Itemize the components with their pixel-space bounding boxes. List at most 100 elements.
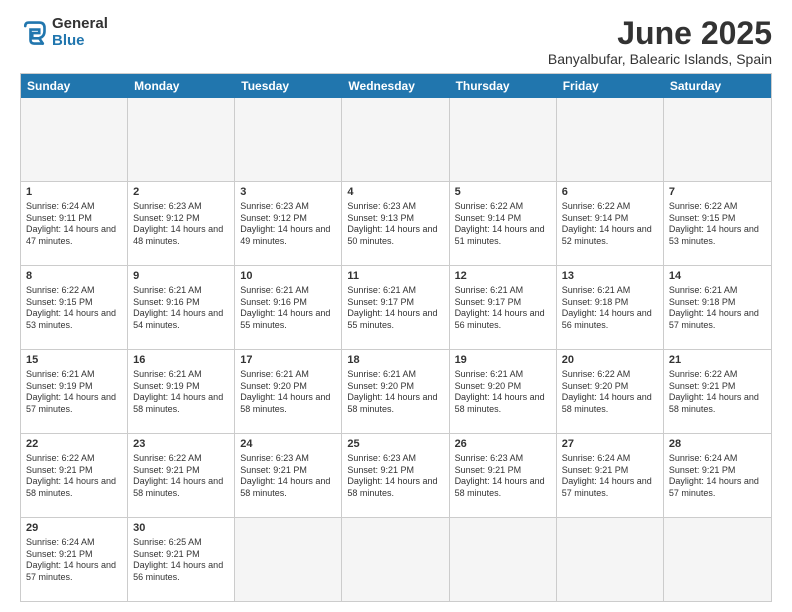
cell-content: Sunrise: 6:23 AM Sunset: 9:21 PM Dayligh… [240,453,336,500]
subtitle: Banyalbufar, Balearic Islands, Spain [548,51,772,67]
calendar-cell-1-1: 2Sunrise: 6:23 AM Sunset: 9:12 PM Daylig… [128,182,235,265]
day-number: 20 [562,353,658,368]
calendar-cell-0-4 [450,98,557,181]
logo-icon [20,19,48,47]
calendar-cell-1-2: 3Sunrise: 6:23 AM Sunset: 9:12 PM Daylig… [235,182,342,265]
cell-content: Sunrise: 6:21 AM Sunset: 9:18 PM Dayligh… [669,285,766,332]
calendar-cell-4-2: 24Sunrise: 6:23 AM Sunset: 9:21 PM Dayli… [235,434,342,517]
day-number: 16 [133,353,229,368]
logo: General Blue [20,16,108,49]
cell-content: Sunrise: 6:22 AM Sunset: 9:20 PM Dayligh… [562,369,658,416]
day-number: 18 [347,353,443,368]
cell-content: Sunrise: 6:21 AM Sunset: 9:17 PM Dayligh… [347,285,443,332]
calendar-cell-4-0: 22Sunrise: 6:22 AM Sunset: 9:21 PM Dayli… [21,434,128,517]
cell-content: Sunrise: 6:23 AM Sunset: 9:12 PM Dayligh… [240,201,336,248]
calendar-cell-0-2 [235,98,342,181]
calendar-cell-1-5: 6Sunrise: 6:22 AM Sunset: 9:14 PM Daylig… [557,182,664,265]
day-number: 3 [240,185,336,200]
logo-text: General Blue [52,16,108,49]
header-sunday: Sunday [21,74,128,98]
day-number: 5 [455,185,551,200]
calendar-cell-3-0: 15Sunrise: 6:21 AM Sunset: 9:19 PM Dayli… [21,350,128,433]
calendar-cell-2-3: 11Sunrise: 6:21 AM Sunset: 9:17 PM Dayli… [342,266,449,349]
page: General Blue June 2025 Banyalbufar, Bale… [0,0,792,612]
header-tuesday: Tuesday [235,74,342,98]
calendar-cell-2-1: 9Sunrise: 6:21 AM Sunset: 9:16 PM Daylig… [128,266,235,349]
cell-content: Sunrise: 6:24 AM Sunset: 9:21 PM Dayligh… [26,537,122,584]
main-title: June 2025 [548,16,772,51]
calendar-body: 1Sunrise: 6:24 AM Sunset: 9:11 PM Daylig… [21,98,771,601]
day-number: 11 [347,269,443,284]
day-number: 28 [669,437,766,452]
day-number: 7 [669,185,766,200]
cell-content: Sunrise: 6:25 AM Sunset: 9:21 PM Dayligh… [133,537,229,584]
calendar-cell-5-6 [664,518,771,601]
calendar-cell-3-6: 21Sunrise: 6:22 AM Sunset: 9:21 PM Dayli… [664,350,771,433]
day-number: 9 [133,269,229,284]
day-number: 21 [669,353,766,368]
day-number: 14 [669,269,766,284]
day-number: 13 [562,269,658,284]
header-monday: Monday [128,74,235,98]
calendar-cell-4-1: 23Sunrise: 6:22 AM Sunset: 9:21 PM Dayli… [128,434,235,517]
calendar-cell-1-3: 4Sunrise: 6:23 AM Sunset: 9:13 PM Daylig… [342,182,449,265]
cell-content: Sunrise: 6:21 AM Sunset: 9:20 PM Dayligh… [455,369,551,416]
calendar-cell-2-4: 12Sunrise: 6:21 AM Sunset: 9:17 PM Dayli… [450,266,557,349]
cell-content: Sunrise: 6:22 AM Sunset: 9:21 PM Dayligh… [133,453,229,500]
cell-content: Sunrise: 6:23 AM Sunset: 9:12 PM Dayligh… [133,201,229,248]
cell-content: Sunrise: 6:24 AM Sunset: 9:21 PM Dayligh… [562,453,658,500]
calendar-cell-0-5 [557,98,664,181]
day-number: 26 [455,437,551,452]
calendar-cell-0-0 [21,98,128,181]
calendar-cell-2-5: 13Sunrise: 6:21 AM Sunset: 9:18 PM Dayli… [557,266,664,349]
calendar-cell-3-5: 20Sunrise: 6:22 AM Sunset: 9:20 PM Dayli… [557,350,664,433]
calendar-cell-1-6: 7Sunrise: 6:22 AM Sunset: 9:15 PM Daylig… [664,182,771,265]
calendar-cell-3-1: 16Sunrise: 6:21 AM Sunset: 9:19 PM Dayli… [128,350,235,433]
cell-content: Sunrise: 6:21 AM Sunset: 9:16 PM Dayligh… [133,285,229,332]
day-number: 4 [347,185,443,200]
calendar-cell-5-4 [450,518,557,601]
cell-content: Sunrise: 6:21 AM Sunset: 9:20 PM Dayligh… [240,369,336,416]
calendar-cell-4-5: 27Sunrise: 6:24 AM Sunset: 9:21 PM Dayli… [557,434,664,517]
logo-general-label: General [52,16,108,33]
day-number: 19 [455,353,551,368]
day-number: 23 [133,437,229,452]
cell-content: Sunrise: 6:21 AM Sunset: 9:17 PM Dayligh… [455,285,551,332]
cell-content: Sunrise: 6:23 AM Sunset: 9:21 PM Dayligh… [455,453,551,500]
cell-content: Sunrise: 6:24 AM Sunset: 9:21 PM Dayligh… [669,453,766,500]
cell-content: Sunrise: 6:22 AM Sunset: 9:21 PM Dayligh… [669,369,766,416]
calendar: Sunday Monday Tuesday Wednesday Thursday… [20,73,772,602]
cell-content: Sunrise: 6:23 AM Sunset: 9:21 PM Dayligh… [347,453,443,500]
day-number: 15 [26,353,122,368]
calendar-header: Sunday Monday Tuesday Wednesday Thursday… [21,74,771,98]
day-number: 8 [26,269,122,284]
day-number: 22 [26,437,122,452]
cell-content: Sunrise: 6:22 AM Sunset: 9:15 PM Dayligh… [26,285,122,332]
day-number: 25 [347,437,443,452]
calendar-cell-2-6: 14Sunrise: 6:21 AM Sunset: 9:18 PM Dayli… [664,266,771,349]
header-wednesday: Wednesday [342,74,449,98]
calendar-cell-0-6 [664,98,771,181]
day-number: 2 [133,185,229,200]
title-block: June 2025 Banyalbufar, Balearic Islands,… [548,16,772,67]
calendar-cell-1-0: 1Sunrise: 6:24 AM Sunset: 9:11 PM Daylig… [21,182,128,265]
calendar-row-2: 8Sunrise: 6:22 AM Sunset: 9:15 PM Daylig… [21,266,771,350]
calendar-cell-5-1: 30Sunrise: 6:25 AM Sunset: 9:21 PM Dayli… [128,518,235,601]
cell-content: Sunrise: 6:21 AM Sunset: 9:18 PM Dayligh… [562,285,658,332]
day-number: 17 [240,353,336,368]
calendar-row-4: 22 Sunrise: 6:22 AM Sunset: 9:21 PM Dayli… [21,434,771,518]
calendar-cell-5-2 [235,518,342,601]
day-number: 29 [26,521,122,536]
day-number: 1 [26,185,122,200]
cell-content: Sunrise: 6:24 AM Sunset: 9:11 PM Dayligh… [26,201,122,248]
calendar-row-5: 29Sunrise: 6:24 AM Sunset: 9:21 PM Dayli… [21,518,771,601]
calendar-cell-4-3: 25Sunrise: 6:23 AM Sunset: 9:21 PM Dayli… [342,434,449,517]
cell-content: Sunrise: 6:22 AM Sunset: 9:15 PM Dayligh… [669,201,766,248]
calendar-row-1: 1Sunrise: 6:24 AM Sunset: 9:11 PM Daylig… [21,182,771,266]
calendar-row-3: 15Sunrise: 6:21 AM Sunset: 9:19 PM Dayli… [21,350,771,434]
cell-content: Sunrise: 6:22 AM Sunset: 9:14 PM Dayligh… [562,201,658,248]
calendar-cell-3-2: 17Sunrise: 6:21 AM Sunset: 9:20 PM Dayli… [235,350,342,433]
header-friday: Friday [557,74,664,98]
cell-content: Sunrise: 6:22 AM Sunset: 9:14 PM Dayligh… [455,201,551,248]
calendar-cell-2-2: 10Sunrise: 6:21 AM Sunset: 9:16 PM Dayli… [235,266,342,349]
